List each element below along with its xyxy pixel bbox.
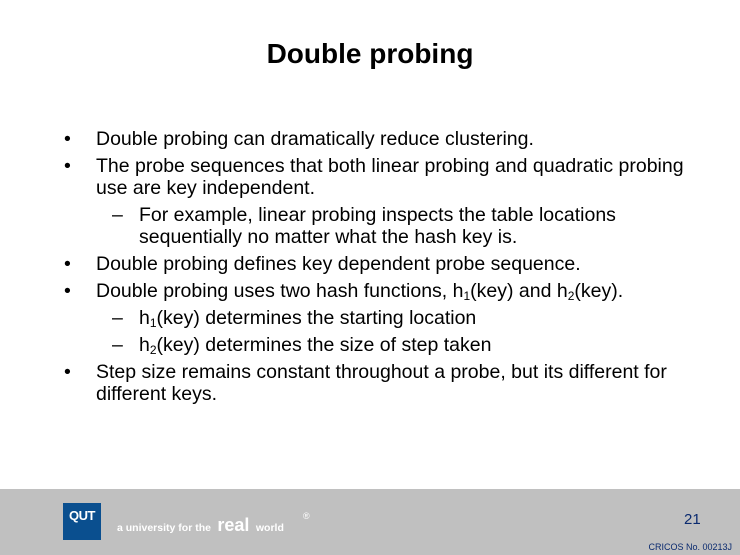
tagline: a university for the real world: [117, 515, 284, 536]
dash-marker: –: [112, 334, 123, 356]
bullet-item: • Double probing uses two hash functions,…: [62, 280, 702, 302]
bullet-marker: •: [64, 361, 71, 383]
text-run: h: [139, 307, 150, 329]
dash-marker: –: [112, 307, 123, 329]
qut-logo: QUT: [63, 503, 101, 540]
bullet-text: Step size remains constant throughout a …: [96, 361, 667, 405]
subscript: 2: [149, 343, 157, 357]
text-run: (key) determines the starting location: [156, 307, 477, 329]
bullet-item: • The probe sequences that both linear pr…: [62, 155, 702, 199]
text-run: Double probing defines key dependent pro…: [96, 253, 581, 275]
bullet-text: Double probing can dramatically reduce c…: [96, 128, 534, 150]
tagline-real: real: [217, 515, 250, 535]
sub-bullet-item: – h1(key) determines the starting locatio…: [62, 307, 702, 329]
sub-bullet-item: – For example, linear probing inspects th…: [62, 204, 702, 248]
text-run: (key).: [574, 280, 624, 302]
tagline-part1: a university for the: [117, 522, 211, 534]
text-run: (key) and h: [470, 280, 568, 302]
bullet-marker: •: [64, 280, 71, 302]
bullet-item: • Double probing can dramatically reduce …: [62, 128, 702, 150]
subscript: 1: [149, 316, 157, 330]
bullet-list: • Double probing can dramatically reduce …: [62, 128, 702, 410]
logo-text: QUT: [69, 508, 95, 523]
bullet-item: • Double probing defines key dependent pr…: [62, 253, 702, 275]
bullet-marker: •: [64, 253, 71, 275]
bullet-marker: •: [64, 155, 71, 177]
bullet-marker: •: [64, 128, 71, 150]
text-run: Double probing can dramatically reduce c…: [96, 128, 534, 150]
bullet-item: • Step size remains constant throughout a…: [62, 361, 702, 405]
registered-mark: ®: [303, 511, 310, 521]
text-run: h: [139, 334, 150, 356]
sub-bullet-item: – h2(key) determines the size of step tak…: [62, 334, 702, 356]
bullet-text: Double probing uses two hash functions, …: [96, 280, 623, 302]
dash-marker: –: [112, 204, 123, 226]
text-run: Step size remains constant throughout a …: [96, 361, 667, 405]
bullet-text: h2(key) determines the size of step take…: [139, 334, 491, 356]
tagline-world: world: [255, 522, 284, 534]
page-number: 21: [684, 511, 701, 528]
slide-title: Double probing: [266, 38, 474, 69]
cricos-number: CRICOS No. 00213J: [648, 542, 732, 552]
text-run: For example, linear probing inspects the…: [139, 204, 616, 248]
bullet-text: The probe sequences that both linear pro…: [96, 155, 684, 199]
bullet-text: For example, linear probing inspects the…: [139, 204, 616, 248]
text-run: (key) determines the size of step taken: [156, 334, 492, 356]
bullet-text: Double probing defines key dependent pro…: [96, 253, 581, 275]
text-run: The probe sequences that both linear pro…: [96, 155, 684, 199]
footer-bar: QUT a university for the real world ® 21…: [0, 489, 740, 555]
text-run: Double probing uses two hash functions, …: [96, 280, 464, 302]
bullet-text: h1(key) determines the starting location: [139, 307, 476, 329]
